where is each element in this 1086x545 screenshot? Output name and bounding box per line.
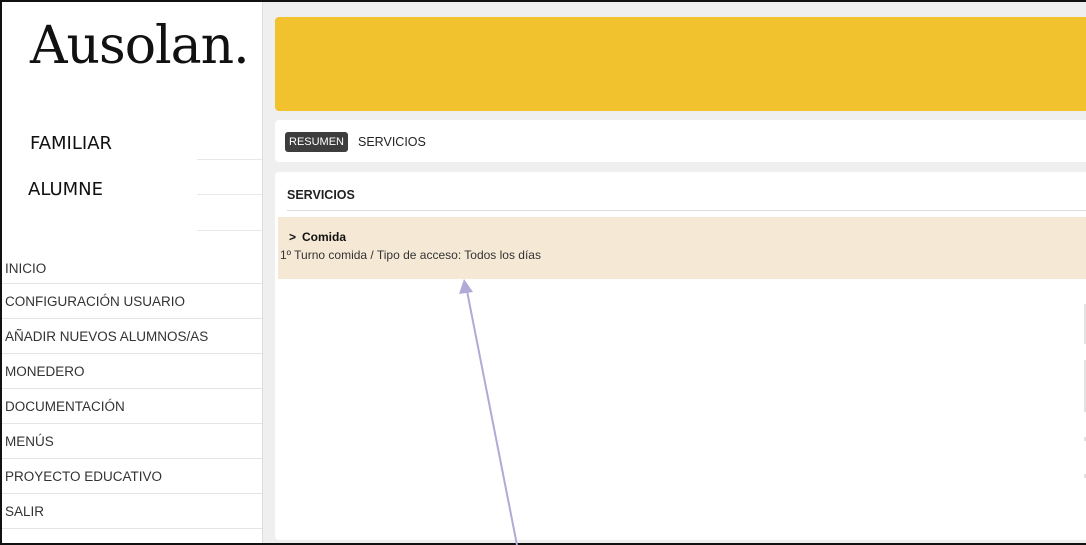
services-title: SERVICIOS (287, 188, 355, 202)
service-name: Comida (302, 230, 347, 244)
title-divider (287, 210, 1086, 211)
tab-bar: RESUMEN SERVICIOS (275, 120, 1086, 162)
sidebar-item-configuracion-usuario[interactable]: CONFIGURACIÓN USUARIO (2, 284, 262, 319)
services-panel: SERVICIOS > Comida 1º Turno comida / Tipo… (275, 172, 1086, 540)
sidebar-item-monedero[interactable]: MONEDERO (2, 354, 262, 389)
chevron-right-icon: > (289, 230, 297, 244)
role-alumne[interactable]: ALUMNE (28, 179, 103, 200)
role-divider (197, 230, 262, 231)
ausolan-logo: Ausolan. (30, 16, 250, 76)
sidebar: Ausolan. FAMILIAR ALUMNE INICIO CONFIGUR… (2, 2, 262, 543)
role-familiar[interactable]: FAMILIAR (30, 133, 112, 154)
header-banner (275, 17, 1086, 111)
tab-resumen[interactable]: RESUMEN (285, 132, 349, 152)
service-row[interactable]: > Comida 1º Turno comida / Tipo de acceso… (278, 217, 1086, 279)
sidebar-item-proyecto-educativo[interactable]: PROYECTO EDUCATIVO (2, 459, 262, 494)
sidebar-item-documentacion[interactable]: DOCUMENTACIÓN (2, 389, 262, 424)
service-header[interactable]: > Comida (289, 230, 346, 244)
tab-servicios[interactable]: SERVICIOS (354, 132, 430, 152)
sidebar-item-menus[interactable]: MENÚS (2, 424, 262, 459)
main-content: RESUMEN SERVICIOS SERVICIOS > Comida 1º T… (262, 2, 1086, 543)
sidebar-item-inicio[interactable]: INICIO (2, 247, 262, 284)
sidebar-menu: INICIO CONFIGURACIÓN USUARIO AÑADIR NUEV… (2, 247, 262, 529)
role-divider (197, 194, 262, 195)
sidebar-item-anadir-alumnos[interactable]: AÑADIR NUEVOS ALUMNOS/AS (2, 319, 262, 354)
service-description: 1º Turno comida / Tipo de acceso: Todos … (280, 248, 541, 262)
sidebar-item-salir[interactable]: SALIR (2, 494, 262, 529)
role-divider (197, 159, 262, 160)
